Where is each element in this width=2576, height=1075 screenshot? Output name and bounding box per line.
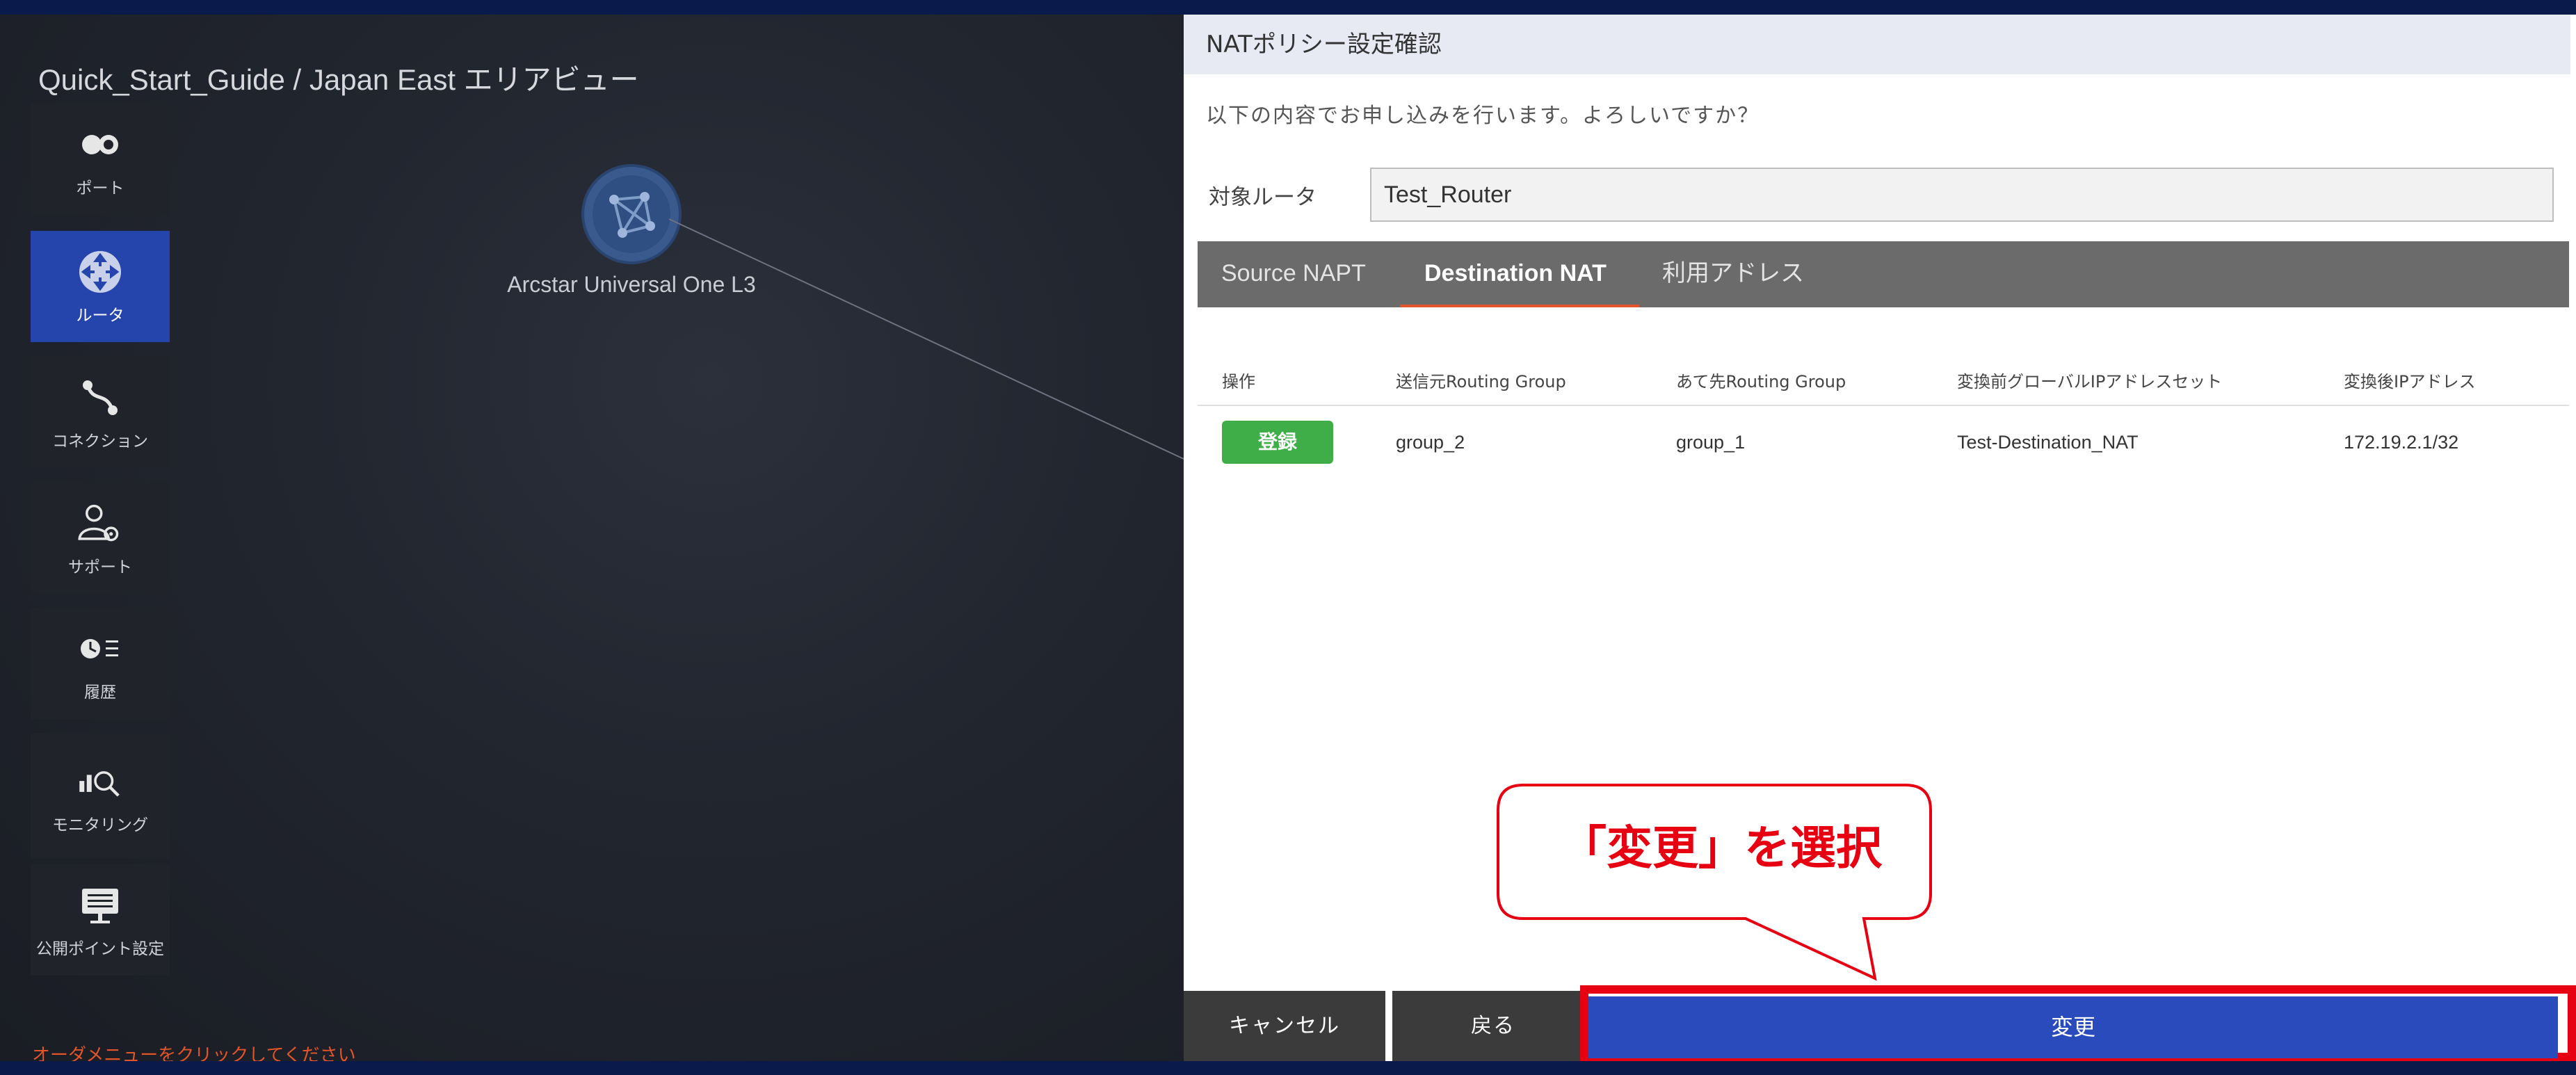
table-header-divider xyxy=(1198,405,2569,406)
page-title: Quick_Start_Guide / Japan East エリアビュー xyxy=(38,63,639,96)
sidebar-item-label: 履歴 xyxy=(84,684,116,702)
monitoring-icon xyxy=(76,757,124,806)
cell-src-group: group_2 xyxy=(1396,432,1465,453)
sidebar-item-monitoring[interactable]: モニタリング xyxy=(31,734,170,859)
sidebar-item-router[interactable]: ルータ xyxy=(31,231,170,342)
change-button[interactable]: 変更 xyxy=(1588,996,2558,1058)
sidebar-item-support[interactable]: サポート xyxy=(31,483,170,594)
top-bar xyxy=(0,0,2576,15)
bottom-bar xyxy=(0,1061,2576,1075)
callout-text: 「変更」を選択 xyxy=(1561,821,1882,875)
sidebar-item-public-point[interactable]: 公開ポイント設定 xyxy=(31,864,170,976)
network-globe-icon[interactable] xyxy=(581,163,682,265)
cell-dst-group: group_1 xyxy=(1676,432,1746,453)
col-header-src-group: 送信元Routing Group xyxy=(1396,372,1566,391)
cell-ip-set: Test-Destination_NAT xyxy=(1957,432,2139,453)
sidebar-item-label: ポート xyxy=(76,179,124,197)
connection-icon xyxy=(76,373,124,422)
sidebar-item-history[interactable]: 履歴 xyxy=(31,608,170,719)
tab-used-addresses[interactable]: 利用アドレス xyxy=(1662,241,1804,307)
sidebar-item-label: サポート xyxy=(68,558,132,576)
back-button[interactable]: 戻る xyxy=(1392,991,1594,1061)
sidebar-item-label: 公開ポイント設定 xyxy=(36,940,164,958)
public-point-icon xyxy=(76,881,124,930)
support-icon xyxy=(76,499,124,548)
cancel-button[interactable]: キャンセル xyxy=(1184,991,1385,1061)
col-header-dst-group: あて先Routing Group xyxy=(1676,372,1846,391)
dialog-title: NATポリシー設定確認 xyxy=(1184,15,2570,74)
nat-tabbar: Source NAPT Destination NAT 利用アドレス xyxy=(1198,241,2569,307)
app-window: Quick_Start_Guide / Japan East エリアビュー ポー… xyxy=(0,0,2576,1075)
col-header-ip-after: 変換後IPアドレス xyxy=(2344,372,2476,391)
history-icon xyxy=(76,624,124,673)
col-header-ip-set: 変換前グローバルIPアドレスセット xyxy=(1957,372,2223,391)
operation-badge: 登録 xyxy=(1222,421,1333,464)
sidebar-item-connection[interactable]: コネクション xyxy=(31,357,170,468)
sidebar-item-label: モニタリング xyxy=(52,816,148,834)
sidebar-item-label: ルータ xyxy=(76,307,124,325)
port-icon xyxy=(76,120,124,169)
cell-ip-after: 172.19.2.1/32 xyxy=(2344,432,2459,453)
area-view-canvas: Quick_Start_Guide / Japan East エリアビュー ポー… xyxy=(0,15,1184,1066)
router-icon xyxy=(76,248,124,296)
tab-destination-nat[interactable]: Destination NAT xyxy=(1424,241,1607,307)
col-header-operation: 操作 xyxy=(1222,372,1255,391)
confirm-message: 以下の内容でお申し込みを行います。よろしいですか？ xyxy=(1206,104,1760,128)
change-button-highlight: 変更 xyxy=(1580,985,2576,1061)
tab-source-napt[interactable]: Source NAPT xyxy=(1221,241,1366,307)
node-label: Arcstar Universal One L3 xyxy=(507,272,756,297)
router-field: Test_Router xyxy=(1370,168,2554,222)
router-label: 対象ルータ xyxy=(1209,185,1317,210)
active-tab-indicator xyxy=(1400,305,1639,307)
sidebar-item-label: コネクション xyxy=(52,433,148,451)
sidebar-item-port[interactable]: ポート xyxy=(31,104,170,215)
